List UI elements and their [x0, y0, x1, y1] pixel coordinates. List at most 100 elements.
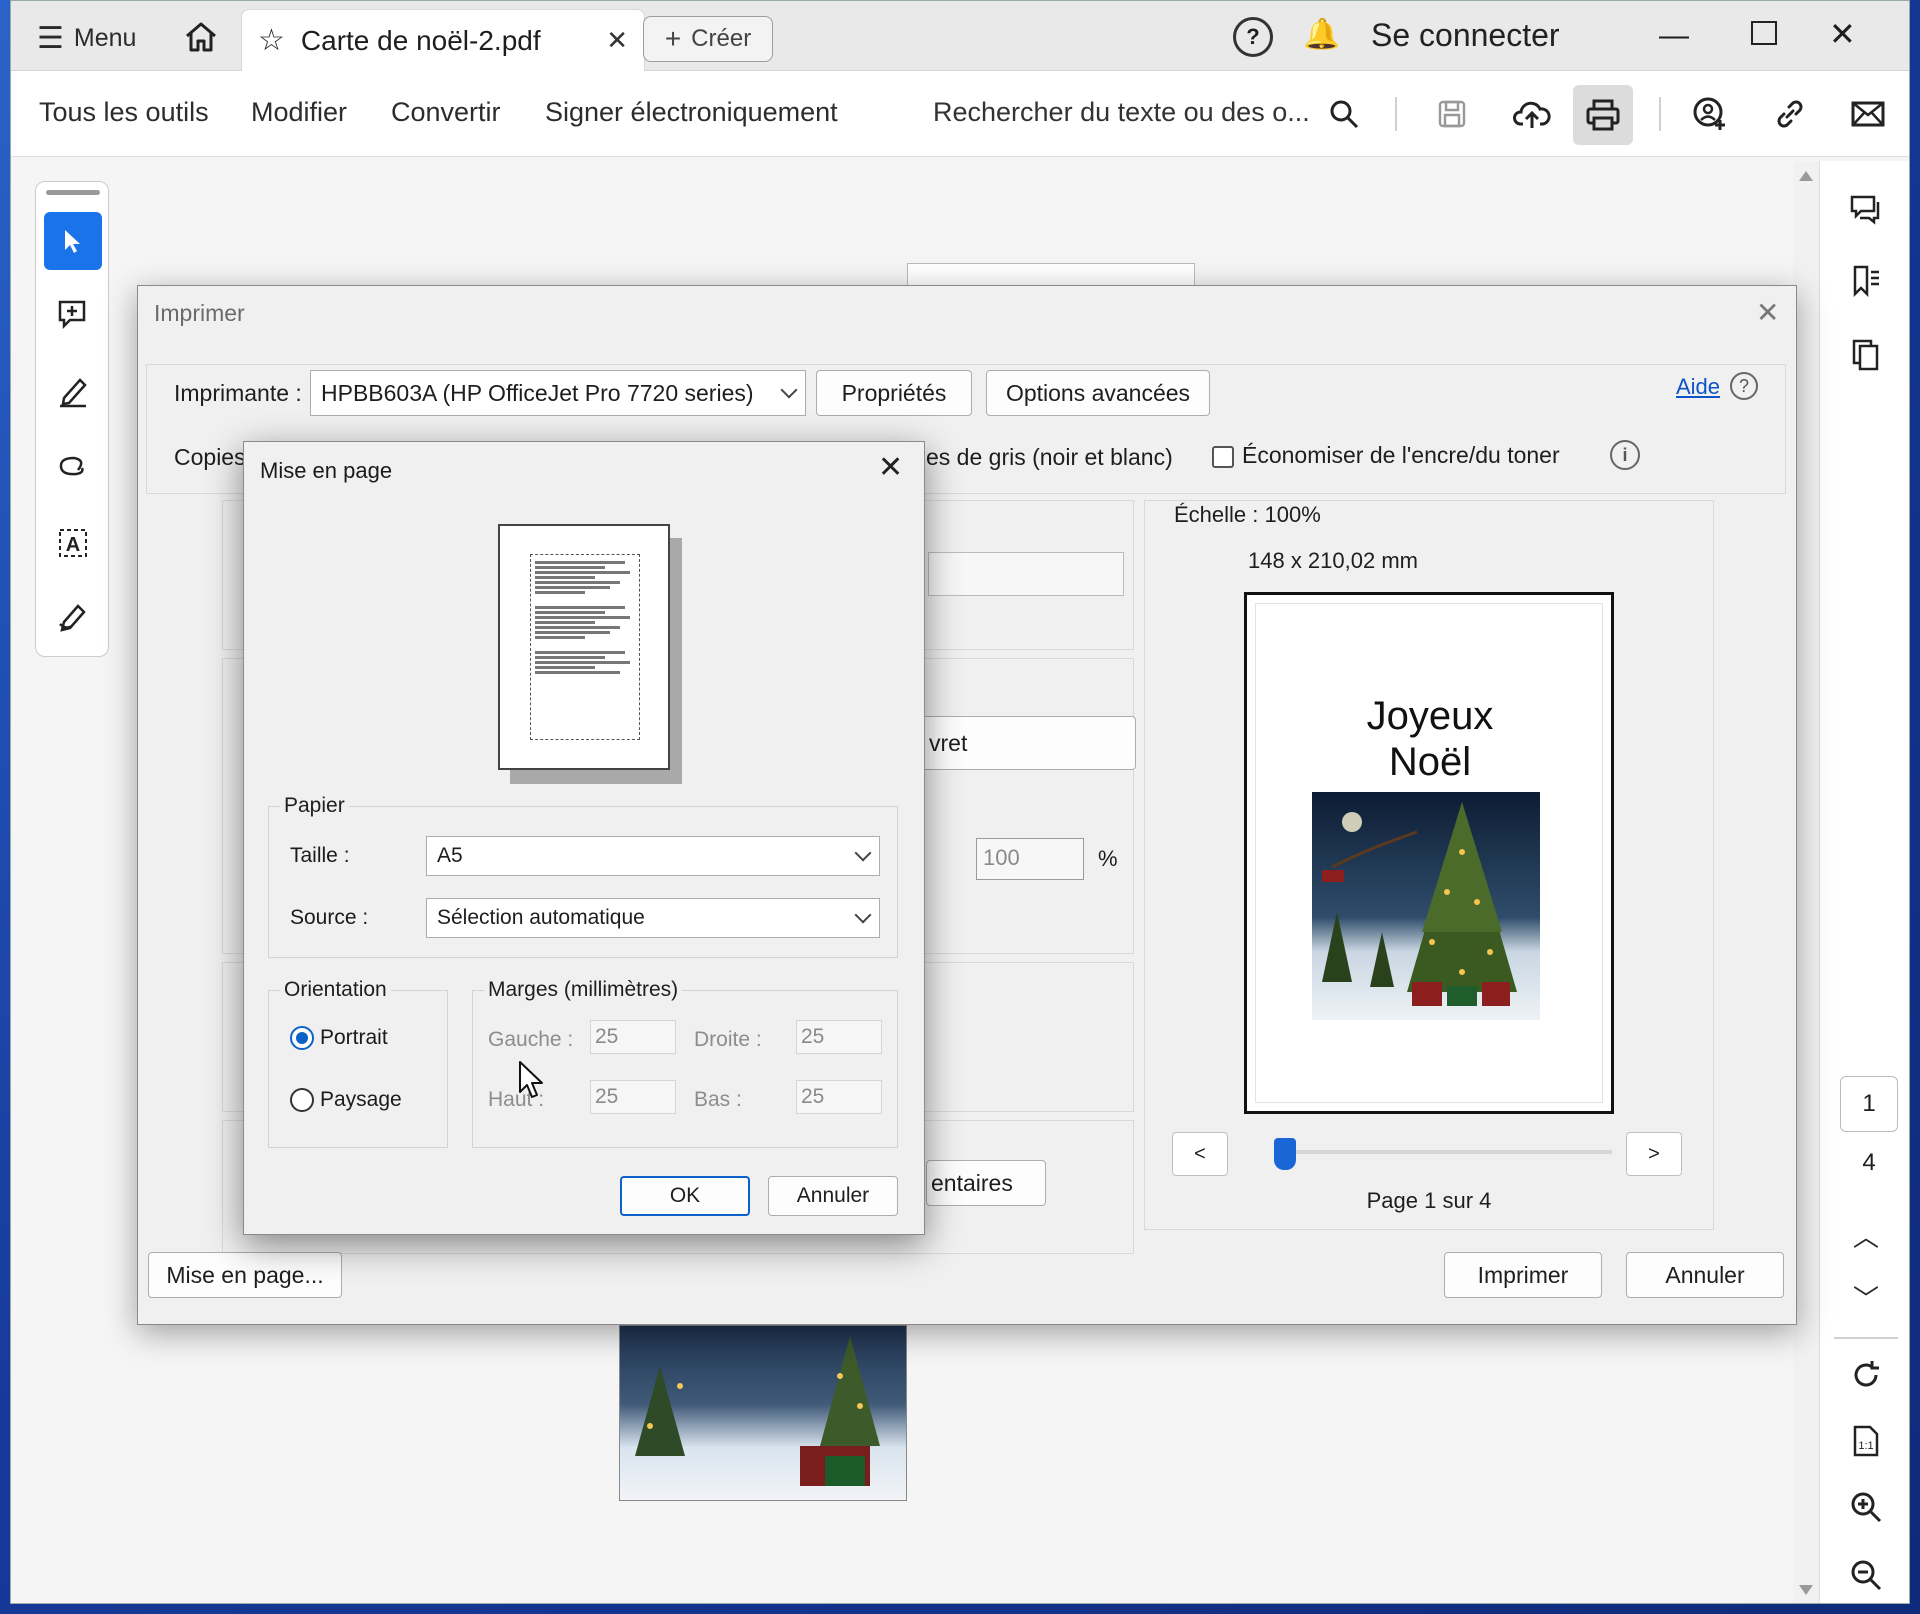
maximize-icon[interactable] [1751, 21, 1777, 45]
link-icon[interactable] [1767, 91, 1813, 137]
comments-panel-icon[interactable] [1842, 185, 1890, 233]
document-tab[interactable]: ☆ Carte de noël-2.pdf ✕ [241, 9, 645, 71]
print-preview-page: Joyeux Noël [1244, 592, 1614, 1114]
current-page-input[interactable]: 1 [1840, 1076, 1898, 1132]
close-print-dialog-icon[interactable]: ✕ [1756, 296, 1779, 329]
cloud-upload-icon[interactable] [1509, 91, 1555, 137]
next-page-button[interactable]: > [1626, 1132, 1682, 1176]
select-tool-button[interactable] [44, 212, 102, 270]
right-rail: 1 4 ︿ ﹀ 1:1 [1819, 161, 1909, 1603]
pages-panel-icon[interactable] [1842, 331, 1890, 379]
ok-button[interactable]: OK [620, 1176, 750, 1216]
bottom-margin-input[interactable]: 25 [796, 1080, 882, 1114]
mouse-cursor-icon [519, 1061, 543, 1098]
left-margin-input[interactable]: 25 [590, 1020, 676, 1054]
zoom-in-icon[interactable] [1842, 1483, 1890, 1531]
cancel-print-button[interactable]: Annuler [1626, 1252, 1784, 1298]
properties-button[interactable]: Propriétés [816, 370, 972, 416]
lasso-icon [59, 456, 84, 476]
page-setup-button[interactable]: Mise en page... [148, 1252, 342, 1298]
next-page-icon[interactable]: ﹀ [1842, 1273, 1890, 1321]
minimize-icon[interactable]: — [1659, 19, 1689, 53]
pages-field[interactable] [928, 552, 1124, 596]
landscape-radio[interactable] [290, 1088, 314, 1112]
search-icon[interactable] [1321, 91, 1367, 137]
close-tab-icon[interactable]: ✕ [606, 25, 628, 56]
paper-group-title: Papier [280, 794, 349, 818]
paper-margins-preview [530, 554, 640, 740]
info-icon[interactable]: i [1610, 440, 1640, 470]
page-fit-icon[interactable]: 1:1 [1842, 1417, 1890, 1465]
printer-select[interactable]: HPBB603A (HP OfficeJet Pro 7720 series) [310, 370, 806, 416]
edit-tab[interactable]: Modifier [251, 97, 347, 128]
source-label: Source : [290, 906, 369, 929]
size-label: Taille : [290, 844, 350, 867]
paper-size-text: 148 x 210,02 mm [1248, 548, 1418, 573]
right-margin-input[interactable]: 25 [796, 1020, 882, 1054]
text-recognition-button[interactable]: A [44, 514, 102, 572]
home-button[interactable] [179, 15, 223, 59]
menu-button[interactable]: ☰ Menu [37, 21, 136, 56]
paper-size-select[interactable]: A5 [426, 836, 880, 876]
save-icon[interactable] [1429, 91, 1475, 137]
scroll-down-arrow[interactable] [1799, 1585, 1813, 1595]
add-comment-button[interactable] [44, 286, 102, 344]
rail-handle[interactable] [46, 190, 100, 195]
orientation-group [268, 990, 448, 1148]
zoom-out-icon[interactable] [1842, 1551, 1890, 1599]
grayscale-option[interactable]: es de gris (noir et blanc) [926, 444, 1173, 471]
preview-page-content: Joyeux Noël [1255, 603, 1603, 1103]
portrait-label: Portrait [320, 1026, 388, 1049]
close-window-icon[interactable]: ✕ [1829, 15, 1856, 53]
all-tools-tab[interactable]: Tous les outils [39, 97, 209, 128]
chevron-down-icon [780, 381, 798, 399]
page-slider-thumb[interactable] [1274, 1138, 1296, 1170]
help-icon[interactable]: ? [1233, 17, 1273, 57]
search-field[interactable]: Rechercher du texte ou des o... [933, 97, 1310, 128]
printer-label: Imprimante : [174, 380, 302, 406]
menu-label: Menu [73, 24, 137, 52]
share-user-icon[interactable] [1687, 91, 1733, 137]
advanced-options-button[interactable]: Options avancées [986, 370, 1210, 416]
plus-icon: + [664, 23, 682, 54]
convert-tab[interactable]: Convertir [391, 97, 501, 128]
mail-icon[interactable] [1845, 91, 1891, 137]
save-ink-label: Économiser de l'encre/du toner [1242, 442, 1560, 468]
portrait-radio[interactable] [290, 1026, 314, 1050]
save-ink-checkbox[interactable] [1212, 446, 1234, 468]
highlight-tool-button[interactable] [44, 362, 102, 420]
bell-icon[interactable]: 🔔 [1303, 17, 1340, 52]
print-icon[interactable] [1573, 85, 1633, 145]
star-icon[interactable]: ☆ [258, 23, 285, 58]
draw-tool-button[interactable] [44, 438, 102, 496]
toolbar-divider [1659, 97, 1661, 131]
paper-source-select[interactable]: Sélection automatique [426, 898, 880, 938]
previous-page-icon[interactable]: ︿ [1842, 1211, 1890, 1259]
rotate-icon[interactable] [1842, 1351, 1890, 1399]
page-slider-track[interactable] [1282, 1150, 1612, 1154]
background-page-edge [907, 263, 1195, 287]
preview-title-line1: Joyeux [1366, 694, 1494, 738]
comments-forms-button[interactable]: entaires [926, 1160, 1046, 1206]
scale-input[interactable]: 100 [976, 838, 1084, 880]
page-setup-dialog: Mise en page ✕ Papier Taille : A5 Source… [243, 441, 925, 1235]
acrobat-window: ☰ Menu ☆ Carte de noël-2.pdf ✕ + Créer ?… [10, 0, 1910, 1604]
print-button[interactable]: Imprimer [1444, 1252, 1602, 1298]
create-button[interactable]: + Créer [643, 16, 773, 62]
sign-tool-button[interactable] [44, 588, 102, 646]
scroll-up-arrow[interactable] [1799, 171, 1813, 181]
title-bar: ☰ Menu ☆ Carte de noël-2.pdf ✕ + Créer ?… [11, 1, 1909, 71]
sign-tab[interactable]: Signer électroniquement [545, 97, 838, 128]
signin-button[interactable]: Se connecter [1371, 17, 1560, 54]
paper-preview [498, 524, 670, 770]
booklet-button[interactable]: vret [920, 716, 1136, 770]
landscape-label: Paysage [320, 1088, 402, 1111]
close-page-setup-icon[interactable]: ✕ [878, 450, 903, 485]
signature-pen-icon [59, 604, 86, 632]
cancel-button[interactable]: Annuler [768, 1176, 898, 1216]
help-circle-icon[interactable]: ? [1730, 372, 1758, 400]
top-margin-input[interactable]: 25 [590, 1080, 676, 1114]
previous-page-button[interactable]: < [1172, 1132, 1228, 1176]
help-link[interactable]: Aide [1676, 374, 1720, 400]
bookmarks-icon[interactable] [1842, 257, 1890, 305]
